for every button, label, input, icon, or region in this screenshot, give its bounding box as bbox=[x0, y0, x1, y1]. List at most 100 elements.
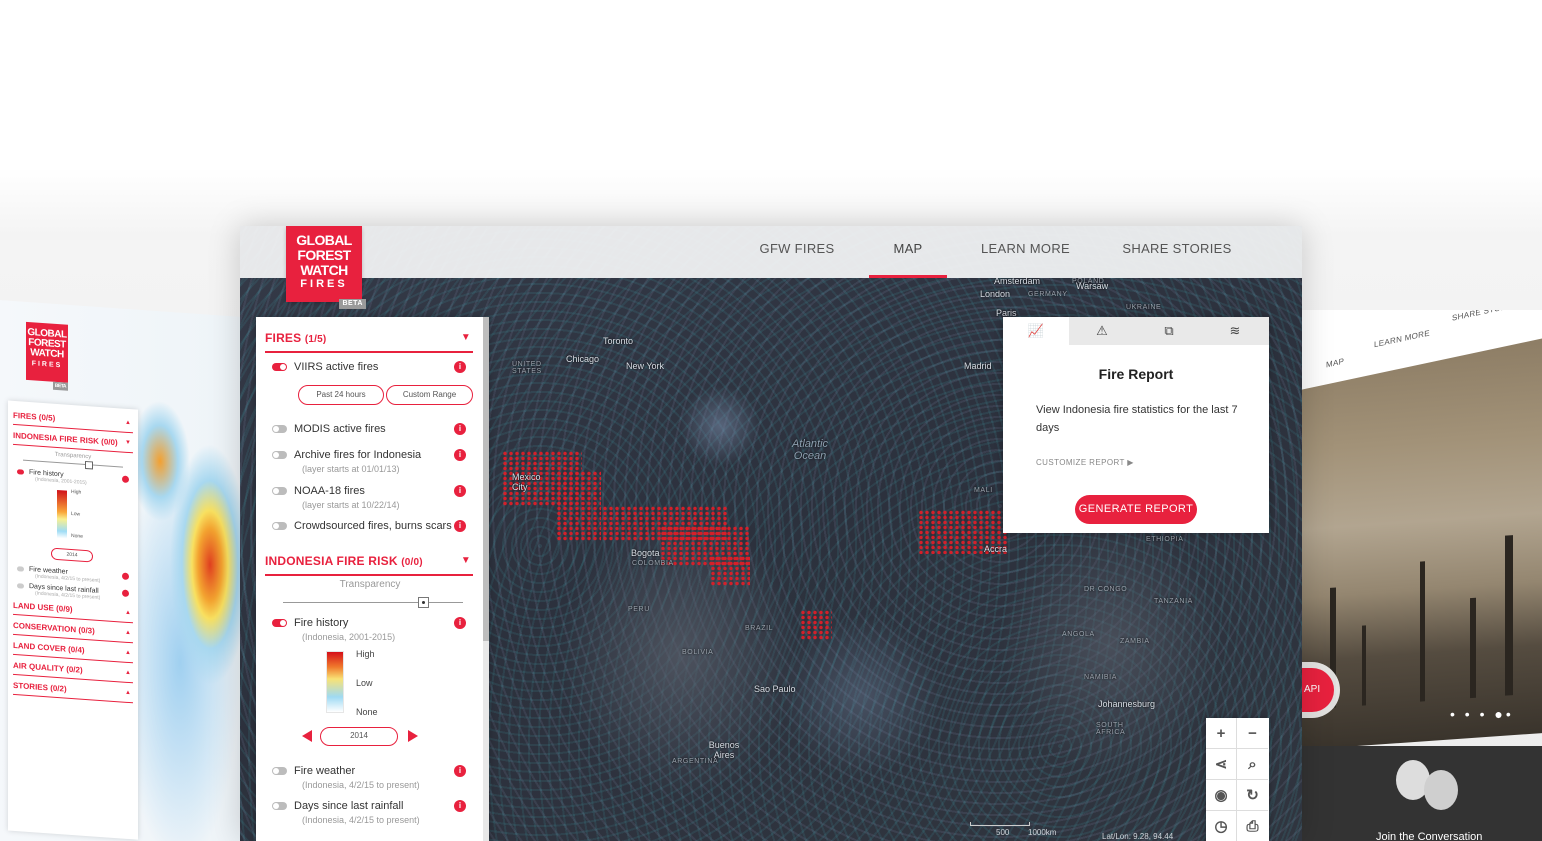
left-logo-line3: WATCH bbox=[30, 347, 64, 361]
layer-modis[interactable]: MODIS active fires i bbox=[272, 421, 472, 437]
info-icon[interactable] bbox=[122, 572, 129, 581]
toggle-icon[interactable] bbox=[17, 583, 24, 589]
layer-archive[interactable]: Archive fires for Indonesia i bbox=[272, 447, 472, 463]
toggle-noaa[interactable] bbox=[272, 487, 287, 495]
section-indonesia-fire-risk[interactable]: INDONESIA FIRE RISK (0/0) ▼ bbox=[265, 540, 473, 576]
layer-panel: FIRES (1/5) ▼ VIIRS active fires i Past … bbox=[256, 317, 489, 841]
chevron-up-icon: ▲ bbox=[125, 689, 131, 697]
eye-icon[interactable]: ◉ bbox=[1206, 780, 1237, 811]
left-section-fires-label: FIRES (0/5) bbox=[13, 410, 56, 423]
info-icon[interactable]: i bbox=[454, 485, 466, 497]
map-label-ukraine: UKRAINE bbox=[1126, 304, 1162, 311]
toggle-fire-history[interactable] bbox=[272, 619, 287, 627]
layer-crowdsourced[interactable]: Crowdsourced fires, burns scars i bbox=[272, 518, 472, 534]
map-label-chicago: Chicago bbox=[566, 354, 600, 364]
refresh-icon[interactable]: ↻ bbox=[1237, 780, 1268, 811]
map-label-johannesburg: Johannesburg bbox=[1098, 699, 1156, 709]
layer-fire-history[interactable]: Fire history i bbox=[272, 615, 472, 631]
toggle-icon[interactable] bbox=[17, 469, 24, 475]
layer-days-rainfall[interactable]: Days since last rainfall i bbox=[272, 798, 472, 814]
right-nav-map[interactable]: MAP bbox=[1326, 357, 1344, 370]
transparency-label: Transparency bbox=[339, 579, 401, 590]
chevron-up-icon: ▲ bbox=[125, 419, 131, 427]
tree-silhouette bbox=[1362, 625, 1366, 706]
tab-alert[interactable]: ⚠ bbox=[1069, 317, 1135, 345]
info-icon[interactable]: i bbox=[454, 361, 466, 373]
left-section-stories-label: STORIES (0/2) bbox=[13, 680, 67, 694]
layer-noaa[interactable]: NOAA-18 fires i bbox=[272, 483, 472, 499]
section-fires[interactable]: FIRES (1/5) ▼ bbox=[265, 317, 473, 353]
right-nav-share-stories[interactable]: SHARE STORIES bbox=[1452, 310, 1521, 323]
info-icon[interactable]: i bbox=[454, 520, 466, 532]
right-mockup: MAP LEARN MORE SHARE STORIES API • • • ●… bbox=[1300, 310, 1542, 841]
generate-report-button[interactable]: GENERATE REPORT bbox=[1075, 495, 1197, 524]
toggle-fire-weather[interactable] bbox=[272, 767, 287, 775]
layers-icon: ≋ bbox=[1229, 323, 1241, 338]
chevron-up-icon: ▲ bbox=[125, 649, 131, 657]
gfw-fires-logo[interactable]: GLOBAL FOREST WATCH FIRES BETA bbox=[286, 226, 366, 309]
join-conversation-text[interactable]: Join the Conversation bbox=[1376, 831, 1482, 841]
alert-icon: ⚠ bbox=[1096, 323, 1108, 338]
report-tabs: 📈 ⚠ ⧉ ≋ bbox=[1003, 317, 1269, 345]
year-next-icon[interactable] bbox=[408, 730, 418, 742]
left-legend-none: None bbox=[71, 532, 83, 540]
toggle-archive[interactable] bbox=[272, 451, 287, 459]
layer-fire-weather[interactable]: Fire weather i bbox=[272, 763, 472, 779]
logo-line3: WATCH bbox=[300, 262, 348, 278]
info-icon[interactable]: i bbox=[454, 765, 466, 777]
zoom-in-icon[interactable]: + bbox=[1206, 718, 1237, 749]
panel-scrollbar[interactable] bbox=[483, 317, 489, 841]
nav-share-stories[interactable]: SHARE STORIES bbox=[1122, 226, 1232, 278]
zoom-out-icon[interactable]: − bbox=[1237, 718, 1268, 749]
map-label-buenos-aires: Buenos Aires bbox=[708, 740, 740, 760]
year-selector[interactable]: 2014 bbox=[320, 727, 398, 746]
info-icon[interactable]: i bbox=[454, 449, 466, 461]
nav-learn-more[interactable]: LEARN MORE bbox=[978, 226, 1073, 278]
tab-analysis[interactable]: ⧉ bbox=[1136, 317, 1202, 345]
section-fires-label: FIRES bbox=[265, 331, 302, 345]
legend-low: Low bbox=[356, 678, 373, 688]
left-section-air-quality-label: AIR QUALITY (0/2) bbox=[13, 660, 83, 675]
toggle-modis[interactable] bbox=[272, 425, 287, 433]
customize-report-link[interactable]: CUSTOMIZE REPORT ▶ bbox=[1036, 458, 1134, 467]
map-label-colombia: COLOMBIA bbox=[632, 560, 674, 567]
info-icon[interactable]: i bbox=[454, 617, 466, 629]
slider-knob[interactable] bbox=[418, 597, 429, 608]
layer-noaa-label: NOAA-18 fires bbox=[294, 485, 365, 497]
right-nav-learn-more[interactable]: LEARN MORE bbox=[1374, 328, 1430, 349]
share-icon[interactable]: ⋖ bbox=[1206, 749, 1237, 780]
toggle-crowdsourced[interactable] bbox=[272, 522, 287, 530]
print-icon[interactable]: ⎙ bbox=[1237, 811, 1268, 841]
custom-range-button[interactable]: Custom Range bbox=[386, 385, 473, 405]
nav-gfw-fires[interactable]: GFW FIRES bbox=[757, 226, 837, 278]
report-title: Fire Report bbox=[1098, 366, 1174, 382]
tab-layers[interactable]: ≋ bbox=[1202, 317, 1268, 345]
info-icon[interactable] bbox=[122, 589, 129, 598]
chevron-down-icon: ▼ bbox=[125, 439, 131, 447]
toggle-days-rainfall[interactable] bbox=[272, 802, 287, 810]
info-icon[interactable] bbox=[122, 475, 129, 484]
nav-map[interactable]: MAP bbox=[869, 226, 947, 278]
chart-icon: 📈 bbox=[1027, 323, 1045, 338]
year-prev-icon[interactable] bbox=[302, 730, 312, 742]
search-icon[interactable]: ⌕ bbox=[1237, 749, 1268, 780]
tab-chart[interactable]: 📈 bbox=[1003, 317, 1069, 345]
past-24-hours-button[interactable]: Past 24 hours bbox=[298, 385, 384, 405]
clock-icon[interactable]: ◷ bbox=[1206, 811, 1237, 841]
map-label-mali: MALI bbox=[974, 487, 993, 494]
layer-viirs[interactable]: VIIRS active fires i bbox=[272, 359, 472, 375]
transparency-slider[interactable] bbox=[283, 597, 463, 608]
left-logo-line4: FIRES bbox=[31, 360, 63, 370]
layer-fire-weather-label: Fire weather bbox=[294, 765, 356, 777]
left-legend-low: Low bbox=[71, 510, 81, 518]
toggle-viirs[interactable] bbox=[272, 363, 287, 371]
analysis-icon: ⧉ bbox=[1164, 323, 1174, 338]
info-icon[interactable]: i bbox=[454, 800, 466, 812]
carousel-dots[interactable]: • • • ●• bbox=[1450, 706, 1514, 722]
tree-silhouette bbox=[1505, 535, 1513, 696]
map-label-sao-paulo: Sao Paulo bbox=[754, 684, 796, 694]
left-year-box[interactable]: 2014 bbox=[51, 547, 93, 563]
toggle-icon[interactable] bbox=[17, 566, 24, 572]
info-icon[interactable]: i bbox=[454, 423, 466, 435]
chevron-up-icon: ▲ bbox=[125, 609, 131, 617]
